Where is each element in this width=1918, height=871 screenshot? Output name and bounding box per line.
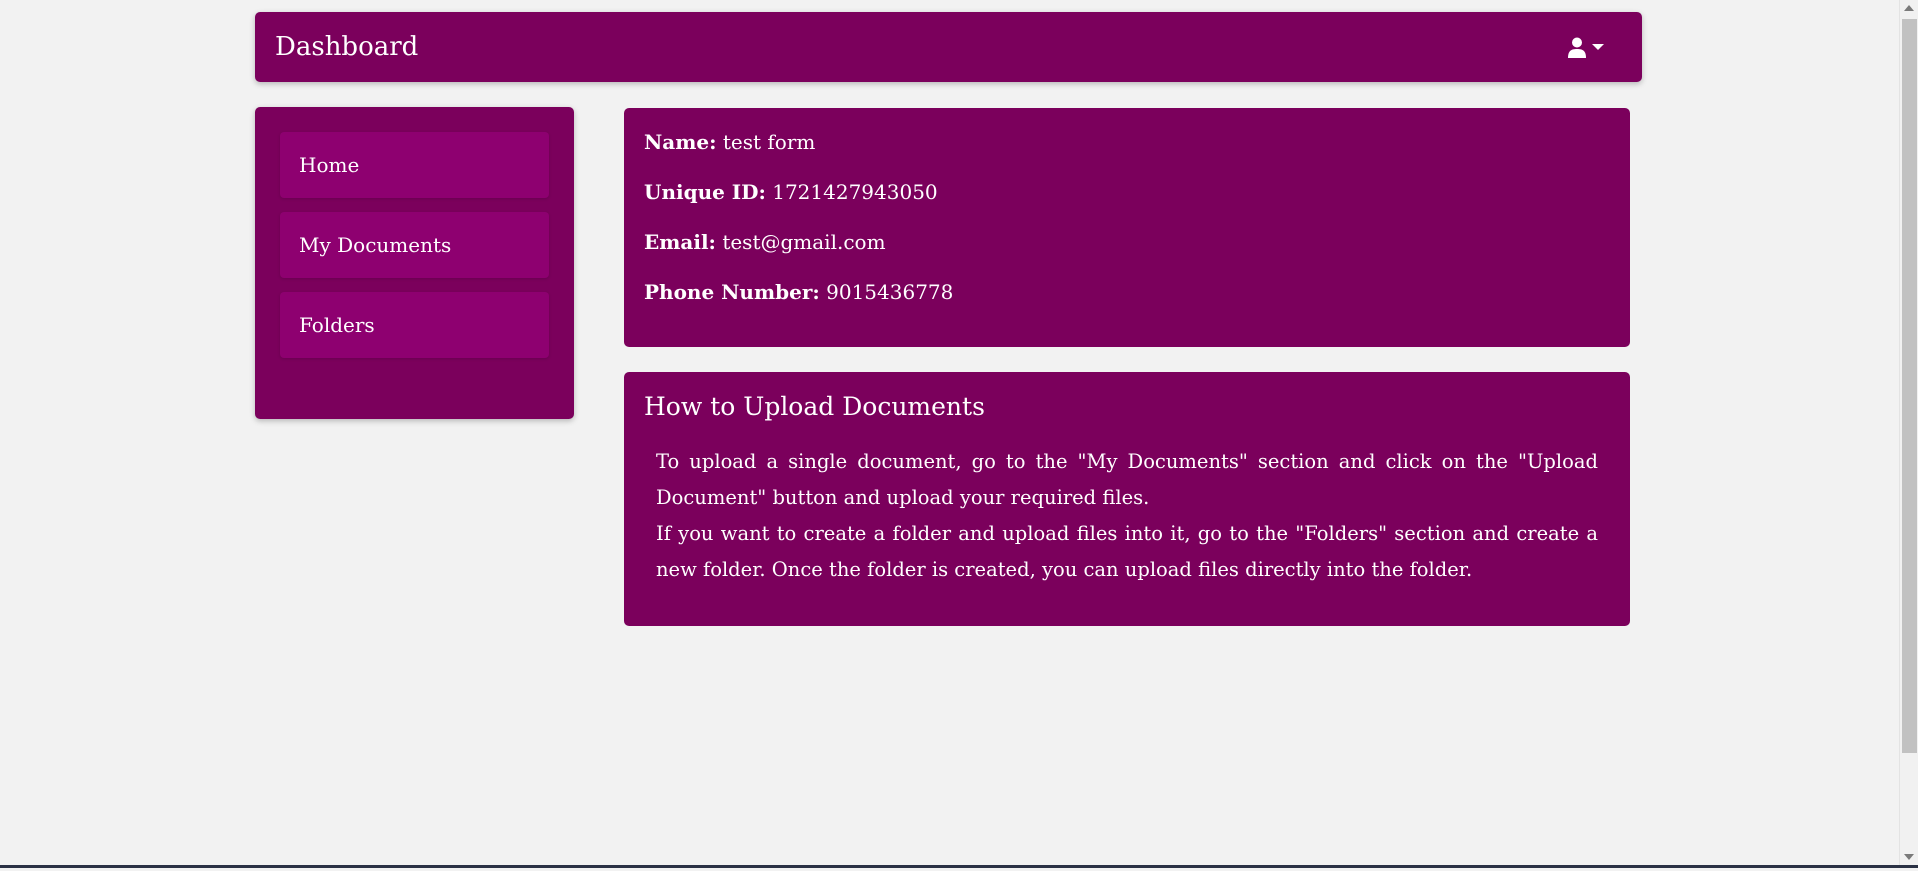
- email-value: test@gmail.com: [722, 230, 886, 254]
- bottom-edge: [0, 865, 1918, 871]
- profile-id-row: Unique ID: 1721427943050: [644, 178, 1610, 207]
- profile-card: Name: test form Unique ID: 1721427943050…: [624, 108, 1630, 347]
- sidebar-item-home[interactable]: Home: [280, 132, 549, 198]
- name-value: test form: [722, 130, 816, 154]
- phone-value: 9015436778: [826, 280, 954, 304]
- profile-name-row: Name: test form: [644, 128, 1610, 157]
- caret-down-icon: [1592, 43, 1604, 51]
- user-icon: [1568, 37, 1586, 58]
- scroll-down-icon[interactable]: [1904, 854, 1914, 860]
- sidebar-item-folders[interactable]: Folders: [280, 292, 549, 358]
- upload-instructions-paragraph-2: If you want to create a folder and uploa…: [656, 522, 1598, 581]
- user-menu-toggle[interactable]: [1562, 31, 1622, 64]
- sidebar-item-label: Folders: [299, 313, 375, 337]
- email-label: Email:: [644, 230, 716, 254]
- upload-instructions-body: To upload a single document, go to the "…: [644, 444, 1610, 588]
- top-navbar: Dashboard: [255, 12, 1642, 82]
- profile-email-row: Email: test@gmail.com: [644, 228, 1610, 257]
- unique-id-label: Unique ID:: [644, 180, 766, 204]
- sidebar-item-label: Home: [299, 153, 360, 177]
- vertical-scrollbar[interactable]: [1899, 0, 1918, 865]
- upload-instructions-title: How to Upload Documents: [644, 392, 985, 421]
- name-label: Name:: [644, 130, 717, 154]
- unique-id-value: 1721427943050: [772, 180, 938, 204]
- upload-instructions-card: How to Upload Documents To upload a sing…: [624, 372, 1630, 626]
- sidebar-item-label: My Documents: [299, 233, 452, 257]
- profile-phone-row: Phone Number: 9015436778: [644, 278, 1610, 307]
- sidebar-item-my-documents[interactable]: My Documents: [280, 212, 549, 278]
- page-title: Dashboard: [275, 32, 419, 62]
- sidebar: Home My Documents Folders: [255, 107, 574, 419]
- scroll-thumb[interactable]: [1902, 19, 1917, 753]
- scroll-up-icon[interactable]: [1904, 5, 1914, 11]
- upload-instructions-paragraph-1: To upload a single document, go to the "…: [656, 450, 1598, 509]
- phone-label: Phone Number:: [644, 280, 820, 304]
